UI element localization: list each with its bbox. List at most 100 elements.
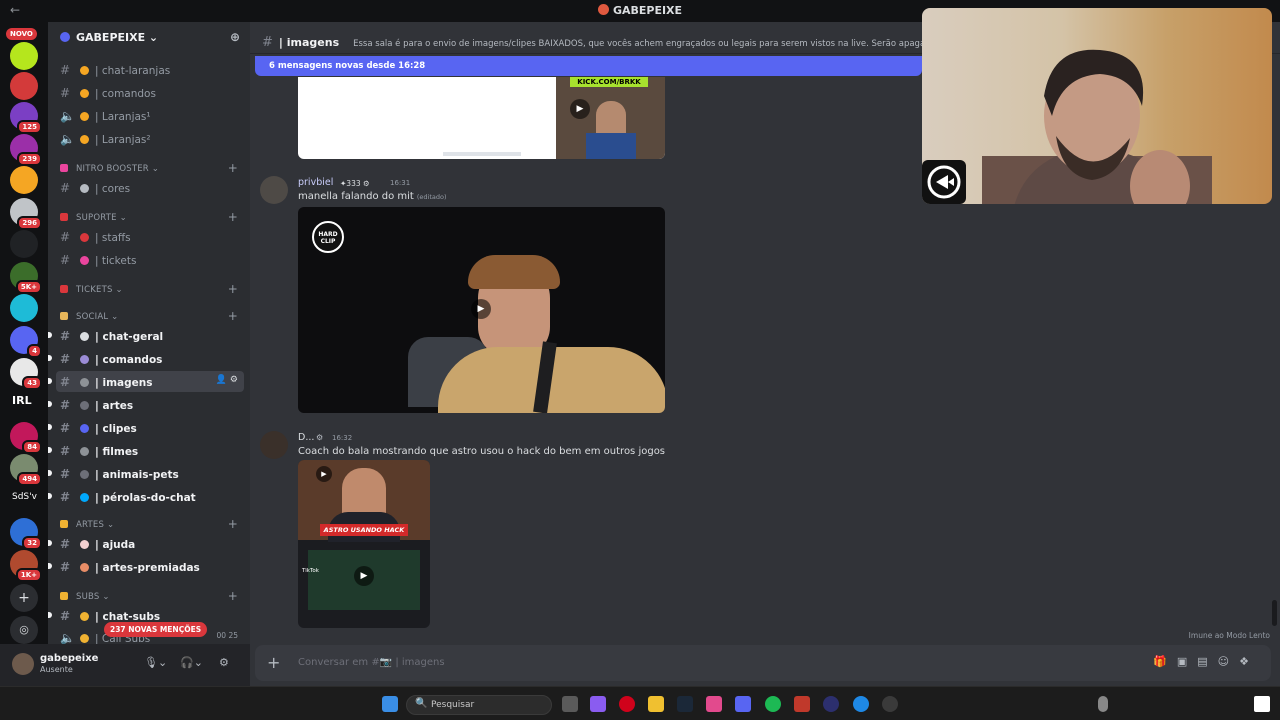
channel-laranjas-2[interactable]: 🔈 | Laranjas² xyxy=(56,128,244,149)
capcut-icon[interactable] xyxy=(706,696,722,712)
channel-chat-laranjas[interactable]: # | chat-laranjas xyxy=(56,59,244,80)
channel-comandos[interactable]: # | comandos xyxy=(48,348,244,369)
boost-icon xyxy=(60,32,70,42)
novo-badge: NOVO xyxy=(6,28,37,40)
channel-laranjas-1[interactable]: 🔈 | Laranjas¹ xyxy=(56,105,244,126)
opera-icon[interactable] xyxy=(619,696,635,712)
hard-clip-logo: HARD CLIP xyxy=(312,221,344,253)
video-embed[interactable]: HARD CLIP ▶ xyxy=(298,207,665,413)
channel-sidebar: GABEPEIXE ⌄ ⊕ # | chat-laranjas # | comando… xyxy=(48,22,250,686)
add-channel-icon: + xyxy=(227,517,238,531)
channel-clipes[interactable]: # | clipes xyxy=(48,417,244,438)
tiktok-video-embed[interactable]: ASTRO USANDO HACK TikTok ▶ ▶ xyxy=(298,460,430,628)
channel-topic[interactable]: Essa sala é para o envio de imagens/clip… xyxy=(353,39,963,49)
kick-banner: KICK.COM/BRKK xyxy=(570,77,648,87)
server-white-icon[interactable]: 43 xyxy=(10,358,42,390)
taskbar-search[interactable]: 🔍 Pesquisar xyxy=(406,695,552,715)
add-channel-icon: + xyxy=(227,589,238,603)
avatar[interactable] xyxy=(260,431,288,459)
play-icon: ▶ xyxy=(570,99,590,119)
channel-staffs[interactable]: # | staffs xyxy=(56,226,244,247)
server-badge: 5K+ xyxy=(15,280,42,294)
server-blue-icon[interactable]: 32 xyxy=(10,518,42,550)
copilot-icon[interactable] xyxy=(590,696,606,712)
channel-filmes[interactable]: # | filmes xyxy=(48,440,244,461)
discord-icon[interactable] xyxy=(735,696,751,712)
app-arrow-icon[interactable] xyxy=(823,696,839,712)
steam-icon[interactable] xyxy=(677,696,693,712)
scrollbar[interactable] xyxy=(1272,600,1277,626)
server-rsmp-icon[interactable] xyxy=(10,294,38,322)
message-text: Coach do bala mostrando que astro usou o… xyxy=(298,446,666,457)
microphone-icon[interactable]: 🎙⌄ xyxy=(144,656,167,669)
video-caption: ASTRO USANDO HACK xyxy=(320,524,408,536)
composer-toolbar[interactable]: 🎁▣▤☺❖ xyxy=(1153,655,1259,668)
explore-icon[interactable]: ◎ xyxy=(10,616,38,644)
obs-icon[interactable] xyxy=(882,696,898,712)
channel-comandos-top[interactable]: # | comandos xyxy=(56,82,244,103)
image-embed-1[interactable]: KICK.COM/BRKK ▶ xyxy=(298,77,665,159)
server-anime-icon[interactable]: 494 xyxy=(10,454,42,486)
guild-header[interactable]: GABEPEIXE ⌄ ⊕ xyxy=(48,22,250,52)
avatar[interactable] xyxy=(12,653,34,675)
play-icon: ▶ xyxy=(471,299,491,319)
channel-animais-pets[interactable]: # | animais-pets xyxy=(48,463,244,484)
channel-artes[interactable]: # | artes xyxy=(48,394,244,415)
server-purple-1-icon[interactable]: 125 xyxy=(10,102,42,134)
task-view-icon[interactable] xyxy=(562,696,578,712)
server-diamond-icon[interactable] xyxy=(10,230,38,258)
microphone-tray-icon[interactable] xyxy=(1098,696,1108,712)
server-space-icon[interactable]: 4 xyxy=(10,326,42,358)
avatar[interactable] xyxy=(260,176,288,204)
server-irl-label[interactable]: IRL xyxy=(12,394,32,407)
app-red-icon[interactable] xyxy=(794,696,810,712)
server-purple-2-icon[interactable]: 239 xyxy=(10,134,42,166)
server-lime-icon[interactable] xyxy=(10,42,38,70)
file-explorer-icon[interactable] xyxy=(648,696,664,712)
channel-imagens[interactable]: # | imagens 👤 ⚙ xyxy=(48,371,244,392)
channel-artes-premiadas[interactable]: # | artes-premiadas xyxy=(48,556,244,577)
server-emoji-icon[interactable] xyxy=(10,166,38,194)
spotify-icon[interactable] xyxy=(765,696,781,712)
message-text: manella falando do mit (editado) xyxy=(298,191,447,202)
server-pink-icon[interactable]: 84 xyxy=(10,422,42,454)
add-channel-icon: + xyxy=(227,309,238,323)
tray-app-icon[interactable] xyxy=(1254,696,1270,712)
server-badge: 1K+ xyxy=(15,568,42,582)
windows-start-icon[interactable] xyxy=(382,696,398,712)
channel-perolas-do-chat[interactable]: # | pérolas-do-chat xyxy=(48,486,244,507)
new-mentions-badge[interactable]: 237 NOVAS MENÇÕES xyxy=(104,622,208,637)
channel-ajuda[interactable]: # | ajuda xyxy=(48,533,244,554)
server-badge: 43 xyxy=(22,376,42,390)
headphones-icon[interactable]: 🎧⌄ xyxy=(180,656,203,669)
channel-tickets[interactable]: # | tickets xyxy=(56,249,244,270)
search-icon: 🔍 xyxy=(415,698,428,709)
server-badge: 84 xyxy=(22,440,42,454)
server-sdsv-label[interactable]: SdS'v xyxy=(12,492,37,502)
attach-plus-icon[interactable]: + xyxy=(267,653,280,672)
message-composer[interactable]: + Conversar em #📷 | imagens 🎁▣▤☺❖ xyxy=(255,645,1271,681)
channel-name: | imagens xyxy=(278,36,340,49)
new-messages-bar[interactable]: 6 mensagens novas desde 16:28 xyxy=(255,56,922,76)
slowmode-indicator: Imune ao Modo Lento xyxy=(1188,631,1270,640)
server-frog-icon[interactable]: 5K+ xyxy=(10,262,42,294)
edge-icon[interactable] xyxy=(853,696,869,712)
add-server-icon[interactable]: + xyxy=(10,584,38,612)
server-face-icon[interactable]: 296 xyxy=(10,198,42,230)
user-panel: gabepeixe Ausente 🎙⌄ 🎧⌄ ⚙ xyxy=(0,644,250,686)
channel-chat-geral[interactable]: # | chat-geral xyxy=(48,325,244,346)
channel-cores[interactable]: # | cores xyxy=(56,177,244,198)
channel-settings-icon[interactable]: 👤 ⚙ xyxy=(216,375,238,385)
streamer-image xyxy=(982,49,1212,204)
message-author[interactable]: privbiel xyxy=(298,177,333,188)
user-settings-icon[interactable]: ⚙ xyxy=(219,656,229,669)
server-art-icon[interactable]: 1K+ xyxy=(10,550,42,582)
message-input[interactable]: Conversar em #📷 | imagens xyxy=(298,657,445,668)
window-title-text: GABEPEIXE xyxy=(612,4,683,17)
add-member-icon[interactable]: ⊕ xyxy=(230,30,240,44)
server-red-logo-icon[interactable] xyxy=(10,72,38,100)
username[interactable]: gabepeixe xyxy=(40,653,98,664)
category-tickets[interactable]: TICKETS ⌄ + xyxy=(56,282,244,303)
user-status: Ausente xyxy=(40,665,73,674)
message-author[interactable]: D... xyxy=(298,432,314,443)
